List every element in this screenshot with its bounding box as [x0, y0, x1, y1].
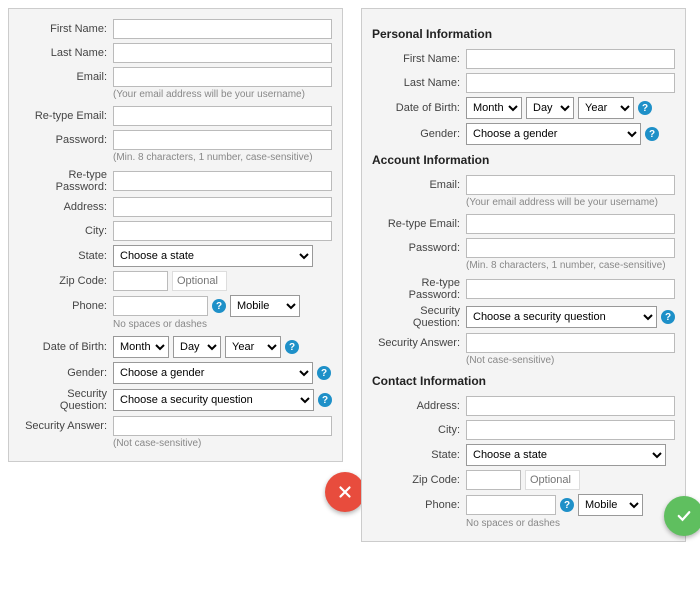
label-firstname: First Name: — [19, 23, 113, 35]
label-zip: Zip Code: — [19, 275, 113, 287]
check-icon — [675, 507, 693, 525]
password-hint: (Min. 8 characters, 1 number, case-sensi… — [466, 259, 666, 271]
lastname-field[interactable] — [466, 73, 675, 93]
security-question-select[interactable]: Choose a security question — [466, 306, 657, 328]
help-icon[interactable]: ? — [645, 127, 659, 141]
section-personal: Personal Information — [372, 27, 675, 41]
help-icon[interactable]: ? — [560, 498, 574, 512]
label-state: State: — [19, 250, 113, 262]
label-retype-email: Re-type Email: — [19, 110, 113, 122]
phone-type-select[interactable]: Mobile — [230, 295, 300, 317]
label-dob: Date of Birth: — [372, 102, 466, 114]
email-hint: (Your email address will be your usernam… — [113, 88, 305, 100]
retype-email-field[interactable] — [113, 106, 332, 126]
password-field[interactable] — [113, 130, 332, 150]
address-field[interactable] — [113, 197, 332, 217]
label-city: City: — [372, 424, 466, 436]
seca-hint: (Not case-sensitive) — [113, 437, 201, 449]
label-dob: Date of Birth: — [19, 341, 113, 353]
section-contact: Contact Information — [372, 374, 675, 388]
label-city: City: — [19, 225, 113, 237]
phone-hint: No spaces or dashes — [466, 517, 560, 529]
phone-type-select[interactable]: Mobile — [578, 494, 643, 516]
dob-month-select[interactable]: Month — [466, 97, 522, 119]
label-email: Email: — [372, 179, 466, 191]
seca-hint: (Not case-sensitive) — [466, 354, 554, 366]
help-icon[interactable]: ? — [317, 366, 331, 380]
label-email: Email: — [19, 71, 113, 83]
label-retype-password: Re-type Password: — [19, 169, 113, 193]
label-phone: Phone: — [19, 300, 113, 312]
firstname-field[interactable] — [466, 49, 675, 69]
zip-field[interactable] — [466, 470, 521, 490]
gender-select[interactable]: Choose a gender — [113, 362, 313, 384]
phone-hint: No spaces or dashes — [113, 318, 207, 330]
label-retype-email: Re-type Email: — [372, 218, 466, 230]
security-question-select[interactable]: Choose a security question — [113, 389, 314, 411]
label-lastname: Last Name: — [372, 77, 466, 89]
form-right: Personal Information First Name: Last Na… — [361, 8, 686, 542]
label-password: Password: — [372, 242, 466, 254]
label-state: State: — [372, 449, 466, 461]
label-address: Address: — [372, 400, 466, 412]
gender-select[interactable]: Choose a gender — [466, 123, 641, 145]
retype-password-field[interactable] — [113, 171, 332, 191]
bad-example-badge — [325, 472, 365, 512]
email-hint: (Your email address will be your usernam… — [466, 196, 658, 208]
password-hint: (Min. 8 characters, 1 number, case-sensi… — [113, 151, 313, 163]
dob-month-select[interactable]: Month — [113, 336, 169, 358]
zip-optional-field[interactable] — [172, 271, 227, 291]
city-field[interactable] — [113, 221, 332, 241]
password-field[interactable] — [466, 238, 675, 258]
label-seca: Security Answer: — [19, 420, 113, 432]
help-icon[interactable]: ? — [661, 310, 675, 324]
help-icon[interactable]: ? — [318, 393, 332, 407]
help-icon[interactable]: ? — [285, 340, 299, 354]
label-zip: Zip Code: — [372, 474, 466, 486]
section-account: Account Information — [372, 153, 675, 167]
label-gender: Gender: — [372, 128, 466, 140]
help-icon[interactable]: ? — [638, 101, 652, 115]
state-select[interactable]: Choose a state — [113, 245, 313, 267]
x-icon — [336, 483, 354, 501]
label-firstname: First Name: — [372, 53, 466, 65]
label-lastname: Last Name: — [19, 47, 113, 59]
firstname-field[interactable] — [113, 19, 332, 39]
label-address: Address: — [19, 201, 113, 213]
label-password: Password: — [19, 134, 113, 146]
phone-field[interactable] — [466, 495, 556, 515]
dob-day-select[interactable]: Day — [173, 336, 221, 358]
label-phone: Phone: — [372, 499, 466, 511]
phone-field[interactable] — [113, 296, 208, 316]
retype-password-field[interactable] — [466, 279, 675, 299]
label-secq: Security Question: — [372, 305, 466, 329]
email-field[interactable] — [113, 67, 332, 87]
retype-email-field[interactable] — [466, 214, 675, 234]
label-secq: Security Question: — [19, 388, 113, 412]
address-field[interactable] — [466, 396, 675, 416]
city-field[interactable] — [466, 420, 675, 440]
label-seca: Security Answer: — [372, 337, 466, 349]
state-select[interactable]: Choose a state — [466, 444, 666, 466]
label-gender: Gender: — [19, 367, 113, 379]
dob-day-select[interactable]: Day — [526, 97, 574, 119]
dob-year-select[interactable]: Year — [578, 97, 634, 119]
security-answer-field[interactable] — [113, 416, 332, 436]
zip-field[interactable] — [113, 271, 168, 291]
zip-optional-field[interactable] — [525, 470, 580, 490]
security-answer-field[interactable] — [466, 333, 675, 353]
lastname-field[interactable] — [113, 43, 332, 63]
help-icon[interactable]: ? — [212, 299, 226, 313]
form-left: First Name: Last Name: Email: (Your emai… — [8, 8, 343, 462]
email-field[interactable] — [466, 175, 675, 195]
dob-year-select[interactable]: Year — [225, 336, 281, 358]
good-example-badge — [664, 496, 700, 536]
label-retype-password: Re-type Password: — [372, 277, 466, 301]
